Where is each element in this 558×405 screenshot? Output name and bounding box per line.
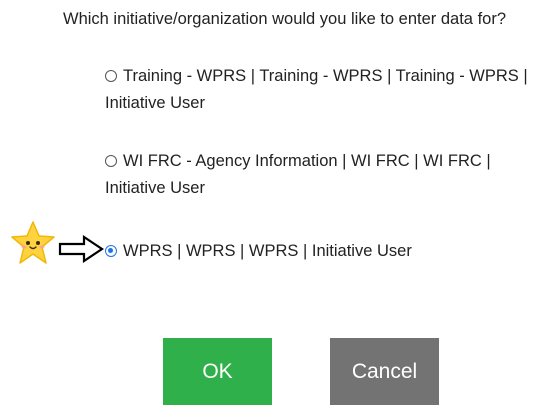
cancel-button[interactable]: Cancel [330, 338, 439, 405]
option-wprs[interactable]: WPRS | WPRS | WPRS | Initiative User [105, 238, 555, 265]
radio-button[interactable] [105, 70, 117, 82]
prompt-text: Which initiative/organization would you … [63, 10, 506, 28]
ok-button[interactable]: OK [163, 338, 272, 405]
option-label: WI FRC - Agency Information | WI FRC | W… [105, 152, 491, 197]
option-label: WPRS | WPRS | WPRS | Initiative User [123, 242, 412, 260]
arrow-right-outline-icon [58, 235, 104, 263]
option-training-wprs[interactable]: Training - WPRS | Training - WPRS | Trai… [105, 63, 555, 117]
option-label: Training - WPRS | Training - WPRS | Trai… [105, 67, 528, 112]
radio-button[interactable] [105, 155, 117, 167]
option-wi-frc[interactable]: WI FRC - Agency Information | WI FRC | W… [105, 148, 555, 202]
radio-button-selected[interactable] [105, 245, 117, 257]
star-face-icon [11, 221, 55, 264]
